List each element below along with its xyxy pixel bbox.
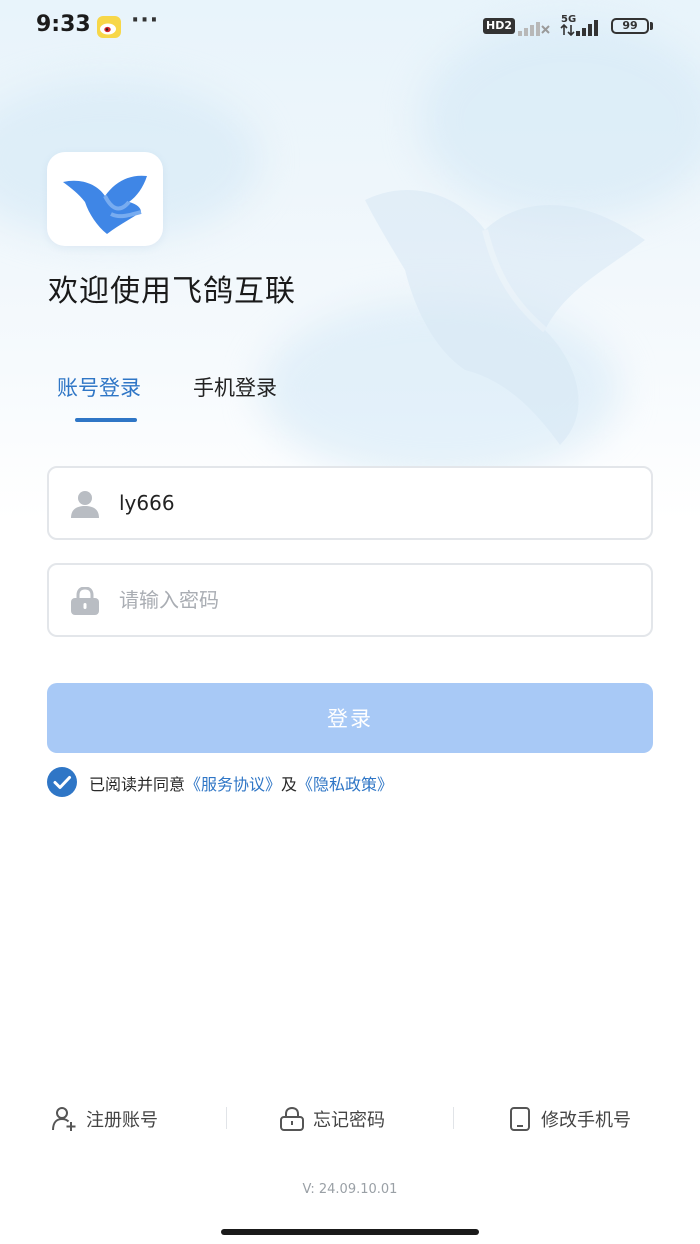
forgot-password-button[interactable]: 忘记密码 [279,1104,409,1134]
status-bar: 9:33 ··· HD2 5G 99 [0,0,700,54]
signal-sim1-icon [518,22,550,36]
tab-phone-login[interactable]: 手机登录 [193,372,277,402]
change-phone-label: 修改手机号 [541,1110,631,1131]
add-user-icon [52,1107,76,1131]
privacy-policy-link[interactable]: 《隐私政策》 [297,775,393,794]
register-account-button[interactable]: 注册账号 [52,1104,182,1134]
welcome-title: 欢迎使用飞鸽互联 [48,274,296,309]
hd-voice-badge: HD2 [483,18,515,34]
lock-outline-icon [280,1106,304,1131]
username-input[interactable] [119,480,629,526]
app-version: V: 24.09.10.01 [302,1182,398,1197]
username-field[interactable] [47,466,653,540]
status-time: 9:33 [36,12,91,37]
dove-watermark-icon [365,190,645,445]
forgot-label: 忘记密码 [313,1110,385,1131]
battery-tip [650,22,653,30]
login-button[interactable]: 登录 [47,683,653,753]
app-logo [47,152,163,246]
register-label: 注册账号 [86,1110,158,1131]
signal-sim2-icon [560,20,598,36]
change-phone-button[interactable]: 修改手机号 [507,1104,657,1134]
action-divider [453,1107,454,1129]
agreement-joiner: 及 [281,775,298,794]
password-field[interactable] [47,563,653,637]
password-input[interactable] [119,577,629,623]
agreement-checkbox-icon[interactable] [47,767,77,797]
phone-icon [510,1107,530,1131]
action-divider [226,1107,227,1129]
user-icon [71,491,99,518]
status-more-icon: ··· [131,8,160,33]
battery-icon: 99 [611,18,649,34]
lock-icon [71,587,99,615]
weibo-notification-icon [97,16,121,38]
home-indicator[interactable] [221,1229,479,1235]
active-tab-indicator [75,418,137,422]
agreement-prefix: 已阅读并同意 [89,775,186,794]
agreement-text: 已阅读并同意《服务协议》及《隐私政策》 [89,771,393,795]
service-agreement-link[interactable]: 《服务协议》 [185,775,281,794]
tab-account-login[interactable]: 账号登录 [57,372,141,402]
header-background [0,0,700,520]
dove-logo-icon [63,175,147,234]
